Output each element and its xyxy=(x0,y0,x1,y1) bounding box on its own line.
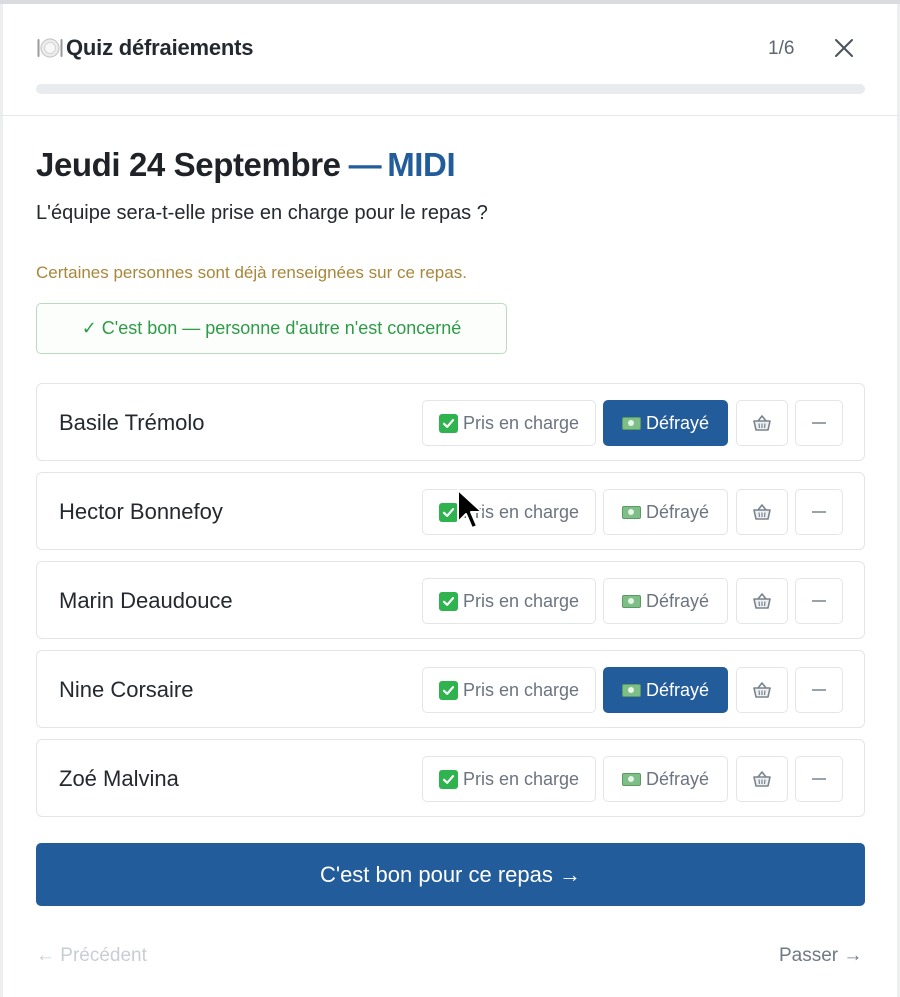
defraye-label: Défrayé xyxy=(645,768,710,789)
dash-icon xyxy=(812,511,826,513)
basket-icon xyxy=(752,592,772,610)
basket-button[interactable] xyxy=(736,489,788,535)
dash-icon xyxy=(812,600,826,602)
not-concerned-button[interactable] xyxy=(795,489,843,535)
step-counter: 1/6 xyxy=(768,38,795,59)
basket-button[interactable] xyxy=(736,578,788,624)
window-frame-left xyxy=(0,0,3,997)
person-name: Nine Corsaire xyxy=(59,677,194,702)
pris-en-charge-label: Pris en charge xyxy=(462,501,580,522)
money-icon xyxy=(621,416,641,430)
defraye-button[interactable]: Défrayé xyxy=(603,756,728,802)
basket-icon xyxy=(752,414,772,432)
defraye-button[interactable]: Défrayé xyxy=(603,400,728,446)
money-icon xyxy=(621,683,641,697)
pris-en-charge-button[interactable]: Pris en charge xyxy=(422,667,596,713)
skip-button[interactable]: Passer → xyxy=(779,945,862,967)
pris-en-charge-label: Pris en charge xyxy=(462,679,580,700)
check-icon xyxy=(438,769,458,789)
person-list: Basile Trémolo Pris en charge Défrayé Hecto… xyxy=(36,383,865,828)
not-concerned-button[interactable] xyxy=(795,578,843,624)
defraye-button[interactable]: Défrayé xyxy=(603,489,728,535)
meal-separator: — xyxy=(348,146,382,183)
basket-button[interactable] xyxy=(736,400,788,446)
defraye-label: Défrayé xyxy=(645,679,710,700)
meal-heading: Jeudi 24 Septembre — MIDI xyxy=(36,146,456,184)
pris-en-charge-label: Pris en charge xyxy=(462,768,580,789)
check-icon xyxy=(438,591,458,611)
pris-en-charge-button[interactable]: Pris en charge xyxy=(422,489,596,535)
dash-icon xyxy=(812,778,826,780)
money-icon xyxy=(621,505,641,519)
money-icon xyxy=(621,594,641,608)
basket-icon xyxy=(752,503,772,521)
person-name: Zoé Malvina xyxy=(59,766,179,791)
person-name: Marin Deaudouce xyxy=(59,588,233,613)
money-icon xyxy=(621,772,641,786)
defraye-button[interactable]: Défrayé xyxy=(603,667,728,713)
dash-icon xyxy=(812,422,826,424)
pris-en-charge-label: Pris en charge xyxy=(462,590,580,611)
modal-title: Quiz défraiements xyxy=(36,35,254,61)
check-icon xyxy=(438,680,458,700)
not-concerned-button[interactable] xyxy=(795,400,843,446)
basket-icon xyxy=(752,681,772,699)
modal-header: Quiz défraiements 1/6 xyxy=(0,4,900,116)
check-icon xyxy=(438,413,458,433)
check-icon xyxy=(438,502,458,522)
pris-en-charge-button[interactable]: Pris en charge xyxy=(422,400,596,446)
person-row: Marin Deaudouce Pris en charge Défrayé xyxy=(36,561,865,639)
defraye-label: Défrayé xyxy=(645,412,710,433)
previous-button[interactable]: ← Précédent xyxy=(36,945,147,967)
nobody-else-concerned-button[interactable]: ✓ C'est bon — personne d'autre n'est con… xyxy=(36,303,507,354)
basket-icon xyxy=(752,770,772,788)
pris-en-charge-button[interactable]: Pris en charge xyxy=(422,578,596,624)
person-row: Basile Trémolo Pris en charge Défrayé xyxy=(36,383,865,461)
confirm-meal-button[interactable]: C'est bon pour ce repas → xyxy=(36,843,865,906)
basket-button[interactable] xyxy=(736,756,788,802)
not-concerned-button[interactable] xyxy=(795,756,843,802)
meal-date: Jeudi 24 Septembre xyxy=(36,146,341,183)
person-name: Basile Trémolo xyxy=(59,410,205,435)
basket-button[interactable] xyxy=(736,667,788,713)
plate-cutlery-icon xyxy=(36,35,64,61)
person-name: Hector Bonnefoy xyxy=(59,499,223,524)
not-concerned-button[interactable] xyxy=(795,667,843,713)
defraye-label: Défrayé xyxy=(645,501,710,522)
meal-slot: MIDI xyxy=(387,146,456,183)
dash-icon xyxy=(812,689,826,691)
pris-en-charge-label: Pris en charge xyxy=(462,412,580,433)
person-row: Hector Bonnefoy Pris en charge Défrayé xyxy=(36,472,865,550)
meal-question: L'équipe sera-t-elle prise en charge pou… xyxy=(36,202,488,224)
defraye-button[interactable]: Défrayé xyxy=(603,578,728,624)
person-row: Nine Corsaire Pris en charge Défrayé xyxy=(36,650,865,728)
person-row: Zoé Malvina Pris en charge Défrayé xyxy=(36,739,865,817)
modal-title-text: Quiz défraiements xyxy=(66,35,254,60)
defraye-label: Défrayé xyxy=(645,590,710,611)
close-icon[interactable] xyxy=(830,34,858,62)
progress-bar xyxy=(36,84,865,94)
info-notice: Certaines personnes sont déjà renseignée… xyxy=(36,263,467,282)
pris-en-charge-button[interactable]: Pris en charge xyxy=(422,756,596,802)
